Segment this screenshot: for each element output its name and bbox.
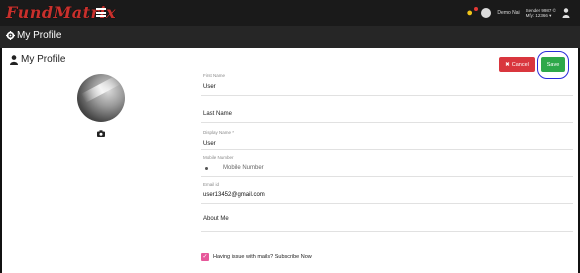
display-name-field[interactable]: Display Name * User xyxy=(201,123,573,150)
user-avatar-small[interactable] xyxy=(481,8,492,18)
page-title: My Profile xyxy=(6,30,61,41)
top-navbar: FundMatrix ● Demo Nai Sender 9987 © Mfy:… xyxy=(0,0,580,26)
about-me-input[interactable]: About Me xyxy=(203,216,229,222)
country-flag-icon[interactable] xyxy=(205,167,208,170)
first-name-label: First Name xyxy=(203,73,226,78)
user-name[interactable]: Demo Nai xyxy=(497,10,519,16)
subscribe-label[interactable]: Having issue with mails? Subscribe Now xyxy=(213,254,312,260)
notification-dot xyxy=(474,7,479,11)
subscribe-checkbox[interactable]: ✓ xyxy=(201,253,209,261)
user-icon xyxy=(10,54,18,65)
gear-icon xyxy=(6,31,15,40)
email-input[interactable]: user13452@gmail.com xyxy=(203,192,265,198)
hamburger-icon[interactable] xyxy=(96,8,106,17)
person-icon[interactable] xyxy=(562,8,570,18)
page-header-bar: My Profile xyxy=(0,26,580,48)
page-title-text: My Profile xyxy=(17,30,62,41)
email-field[interactable]: Email id user13452@gmail.com xyxy=(201,177,573,204)
email-label: Email id xyxy=(203,182,220,187)
subscribe-row[interactable]: ✓ Having issue with mails? Subscribe Now xyxy=(201,253,312,261)
profile-avatar xyxy=(77,74,125,122)
mobile-number-field[interactable]: Mobile Number Mobile Number xyxy=(201,150,573,177)
first-name-field[interactable]: First Name User xyxy=(201,68,573,96)
card-title-text: My Profile xyxy=(21,54,66,65)
top-right-user-area: ● Demo Nai Sender 9987 © Mfy: 12366 ▾ xyxy=(466,4,570,22)
about-me-field[interactable]: About Me xyxy=(201,204,573,232)
close-icon: ✖ xyxy=(505,61,510,68)
mobile-number-input[interactable]: Mobile Number xyxy=(223,165,264,171)
first-name-input[interactable]: User xyxy=(203,84,216,90)
bulb-icon[interactable]: ● xyxy=(466,7,479,19)
display-name-input[interactable]: User xyxy=(203,141,216,147)
last-name-input[interactable]: Last Name xyxy=(203,111,232,117)
profile-form: First Name User Last Name Display Name *… xyxy=(201,68,573,232)
camera-icon[interactable] xyxy=(97,130,105,137)
last-name-field[interactable]: Last Name xyxy=(201,96,573,123)
cancel-button-label: Cancel xyxy=(511,61,529,68)
save-button-label: Save xyxy=(546,61,560,68)
balance-line-2: Mfy: 12366 ▾ xyxy=(525,13,552,18)
profile-card: My Profile ✖ Cancel Save First Name User… xyxy=(2,48,578,273)
display-name-label: Display Name * xyxy=(203,130,235,135)
balance-block[interactable]: Sender 9987 © Mfy: 12366 ▾ xyxy=(526,8,556,19)
mobile-number-label: Mobile Number xyxy=(203,155,234,160)
card-title: My Profile xyxy=(10,54,65,65)
